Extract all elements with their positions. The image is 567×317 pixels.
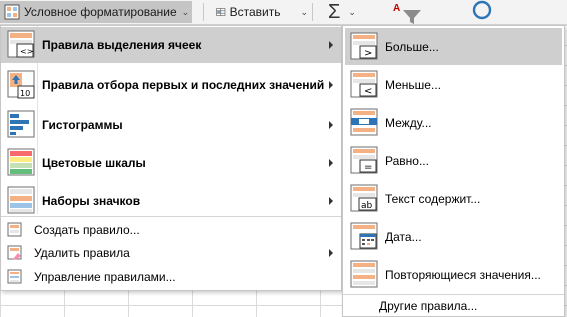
ribbon-divider — [312, 3, 313, 21]
menu-item-label: Цветовые шкалы — [42, 156, 146, 170]
menu-item-color-scales[interactable]: Цветовые шкалы — [1, 145, 341, 181]
submenu-arrow-icon — [329, 197, 333, 205]
duplicate-values-icon — [350, 260, 378, 288]
menu-item-manage-rules[interactable]: Управление правилами... — [1, 266, 341, 288]
submenu-item-less-than[interactable]: < Меньше... — [345, 66, 562, 103]
submenu-item-label: Между... — [385, 115, 432, 130]
menu-item-data-bars[interactable]: Гистограммы — [1, 107, 341, 143]
conditional-formatting-icon — [4, 4, 20, 20]
sort-filter-icon[interactable]: A — [389, 0, 429, 27]
less-than-icon: < — [350, 70, 378, 98]
text-contains-icon: ab — [350, 184, 378, 212]
menu-separator — [1, 216, 341, 217]
menu-item-label: Правила отбора первых и последних значен… — [42, 77, 325, 92]
ribbon-divider — [203, 3, 204, 21]
chevron-down-icon: ⌄ — [300, 6, 308, 17]
text-ab-symbol: ab — [361, 201, 373, 211]
submenu-arrow-icon — [329, 80, 333, 89]
submenu-item-label: Дата... — [385, 229, 422, 244]
menu-item-label: Гистограммы — [42, 118, 123, 132]
svg-text:<>: <> — [20, 47, 33, 56]
clear-rules-icon — [7, 245, 22, 260]
insert-label: Вставить — [229, 5, 281, 19]
ribbon: Условное форматирование ⌄ Вставить ⌄ Σ ⌄… — [0, 0, 567, 25]
submenu-arrow-icon — [329, 121, 333, 129]
find-select-icon[interactable] — [470, 0, 496, 27]
autosum-icon: Σ — [328, 0, 341, 23]
submenu-item-duplicate-values[interactable]: Повторяющиеся значения... — [345, 256, 562, 293]
menu-item-label: Наборы значков — [42, 194, 141, 208]
highlight-cells-rules-icon: <> — [7, 30, 35, 58]
conditional-formatting-button[interactable]: Условное форматирование ⌄ — [0, 1, 192, 23]
submenu-item-label: Равно... — [385, 153, 429, 168]
highlight-cells-submenu: > Больше... < Меньше... Между... = Равно… — [342, 25, 565, 317]
top-bottom-rules-icon: 10 — [7, 70, 35, 98]
more-rules-label: Другие правила... — [379, 299, 478, 313]
new-rule-icon — [7, 222, 22, 237]
svg-text:A: A — [393, 3, 400, 14]
menu-item-label: Удалить правила — [34, 246, 130, 260]
insert-button[interactable]: Вставить ⌄ — [214, 1, 308, 23]
conditional-formatting-label: Условное форматирование — [24, 5, 177, 19]
autosum-button[interactable]: Σ ⌄ — [318, 1, 368, 23]
less-than-symbol: < — [364, 86, 372, 97]
submenu-item-label: Текст содержит... — [385, 191, 481, 206]
submenu-item-text-contains[interactable]: ab Текст содержит... — [345, 180, 562, 217]
submenu-arrow-icon — [329, 249, 333, 257]
top-ten-label: 10 — [20, 89, 30, 98]
menu-item-clear-rules[interactable]: Удалить правила — [1, 242, 341, 264]
greater-than-icon: > — [350, 32, 378, 60]
data-bars-icon — [7, 110, 35, 138]
menu-item-new-rule[interactable]: Создать правило... — [1, 219, 341, 241]
submenu-item-equal-to[interactable]: = Равно... — [345, 142, 562, 179]
submenu-arrow-icon — [329, 41, 333, 49]
submenu-item-label: Меньше... — [385, 77, 441, 92]
chevron-down-icon: ⌄ — [181, 6, 190, 17]
color-scales-icon — [7, 148, 35, 176]
conditional-formatting-menu: <> Правила выделения ячеек 10 Правила от… — [0, 25, 342, 291]
equal-to-icon: = — [350, 146, 378, 174]
menu-item-top-bottom-rules[interactable]: 10 Правила отбора первых и последних зна… — [1, 66, 341, 103]
equal-symbol: = — [364, 162, 372, 173]
submenu-separator — [343, 294, 564, 295]
submenu-item-label: Повторяющиеся значения... — [385, 267, 541, 282]
icon-sets-icon — [7, 186, 35, 214]
chevron-down-icon: ⌄ — [348, 6, 356, 17]
between-icon — [350, 108, 378, 136]
manage-rules-icon — [7, 269, 22, 284]
submenu-arrow-icon — [329, 159, 333, 167]
greater-than-symbol: > — [364, 48, 372, 59]
submenu-item-date-occurring[interactable]: Дата... — [345, 218, 562, 255]
submenu-item-more-rules[interactable]: Другие правила... — [345, 296, 562, 316]
submenu-item-greater-than[interactable]: > Больше... — [345, 28, 562, 65]
menu-item-highlight-cells-rules[interactable]: <> Правила выделения ячеек — [1, 27, 341, 63]
menu-item-label: Правила выделения ячеек — [42, 38, 202, 52]
submenu-item-between[interactable]: Между... — [345, 104, 562, 141]
date-occurring-icon — [350, 222, 378, 250]
submenu-item-label: Больше... — [385, 39, 439, 54]
menu-item-icon-sets[interactable]: Наборы значков — [1, 183, 341, 219]
insert-cells-icon — [216, 8, 226, 16]
menu-item-label: Управление правилами... — [34, 270, 176, 284]
menu-item-label: Создать правило... — [34, 223, 140, 237]
